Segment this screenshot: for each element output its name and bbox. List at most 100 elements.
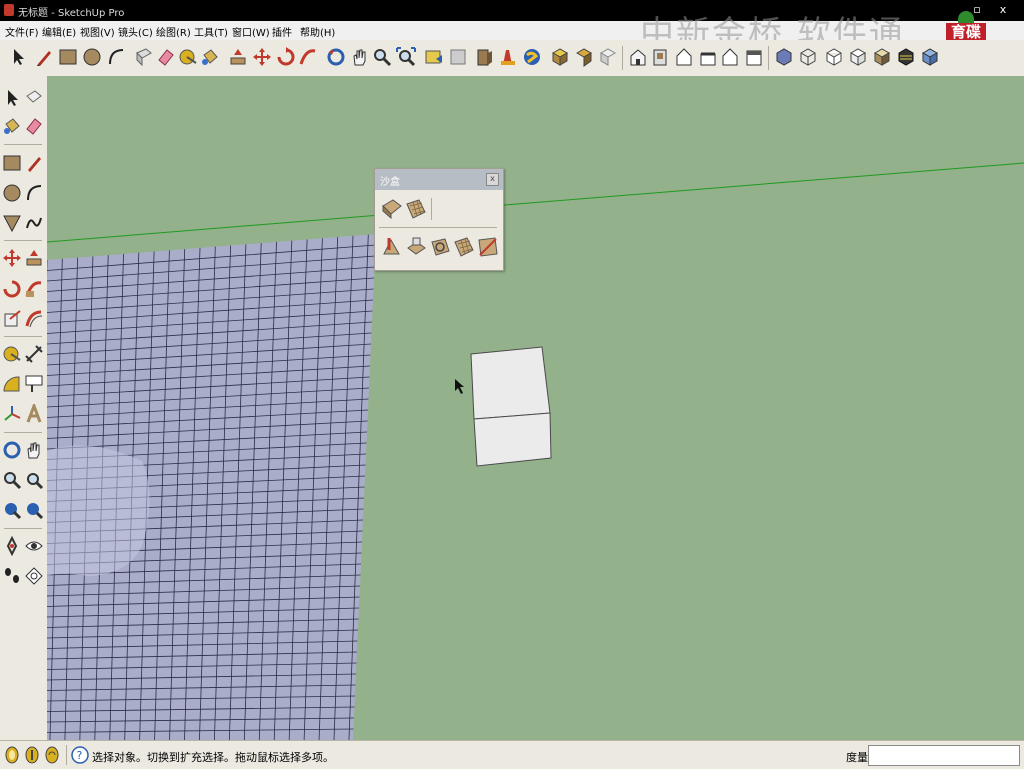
previous-view-icon[interactable]: [424, 47, 444, 67]
zoom-icon[interactable]: [372, 47, 392, 67]
follow-me-icon[interactable]: [298, 47, 318, 67]
stamp-icon[interactable]: [405, 236, 427, 258]
pencil-line-icon[interactable]: [24, 153, 44, 173]
paint-bucket-icon[interactable]: [2, 116, 22, 136]
menu-edit[interactable]: 编辑(E): [42, 24, 76, 39]
eraser-icon[interactable]: [24, 116, 44, 136]
right-view-icon[interactable]: [698, 47, 718, 67]
zoom-extents-icon[interactable]: [396, 47, 416, 67]
flip-edge-icon[interactable]: [477, 236, 499, 258]
select-arrow-icon[interactable]: [8, 47, 28, 67]
paint-bucket-icon[interactable]: [200, 47, 220, 67]
hidden-line-icon[interactable]: [824, 47, 844, 67]
zoom-window-icon[interactable]: [24, 470, 44, 490]
sandbox-toolbar-panel[interactable]: 沙盒 x: [374, 168, 504, 271]
pencil-line-icon[interactable]: [34, 47, 54, 67]
arc-icon[interactable]: [106, 47, 126, 67]
from-contours-icon[interactable]: [381, 198, 403, 220]
pan-hand-icon[interactable]: [24, 440, 44, 460]
menu-file[interactable]: 文件(F): [5, 24, 39, 39]
sandbox-close-button[interactable]: x: [486, 173, 499, 186]
walk-footprints-icon[interactable]: [2, 566, 22, 586]
back-view-icon[interactable]: [720, 47, 740, 67]
menu-tools[interactable]: 工具(T): [194, 24, 228, 39]
text-label-icon[interactable]: [24, 374, 44, 394]
rectangle-icon[interactable]: [58, 47, 78, 67]
menu-view[interactable]: 视图(V): [80, 24, 115, 39]
shaded-textures-icon[interactable]: [872, 47, 892, 67]
offset-icon[interactable]: [24, 309, 44, 329]
push-pull-icon[interactable]: [228, 47, 248, 67]
front-view-icon[interactable]: [674, 47, 694, 67]
model-viewport[interactable]: [47, 76, 1024, 740]
from-scratch-icon[interactable]: [405, 198, 427, 220]
move-icon[interactable]: [2, 248, 22, 268]
tape-measure-icon[interactable]: [2, 344, 22, 364]
google-earth-icon[interactable]: [522, 47, 542, 67]
orbit-icon[interactable]: [326, 47, 346, 67]
previous-view-icon[interactable]: [2, 500, 22, 520]
monochrome-icon[interactable]: [896, 47, 916, 67]
pan-hand-icon[interactable]: [350, 47, 370, 67]
dimension-icon[interactable]: [24, 344, 44, 364]
toolbar-separator: [431, 198, 432, 220]
make-component-icon[interactable]: [134, 47, 154, 67]
xray-icon[interactable]: [774, 47, 794, 67]
menu-window[interactable]: 窗口(W): [232, 24, 270, 39]
tape-measure-icon[interactable]: [178, 47, 198, 67]
materials-icon[interactable]: [574, 47, 594, 67]
circle-icon[interactable]: [82, 47, 102, 67]
position-camera-icon[interactable]: [2, 536, 22, 556]
freehand-icon[interactable]: [24, 213, 44, 233]
components-icon[interactable]: [550, 47, 570, 67]
section-plane-icon[interactable]: [24, 566, 44, 586]
protractor-icon[interactable]: [2, 374, 22, 394]
close-window-button[interactable]: x: [994, 2, 1012, 18]
wireframe-icon[interactable]: [798, 47, 818, 67]
top-view-icon[interactable]: [650, 47, 670, 67]
polygon-icon[interactable]: [2, 213, 22, 233]
measurements-input[interactable]: [868, 745, 1020, 766]
3d-text-icon[interactable]: [24, 404, 44, 424]
follow-me-icon[interactable]: [24, 279, 44, 299]
push-pull-icon[interactable]: [24, 248, 44, 268]
geo-location-icon[interactable]: [4, 746, 20, 764]
menu-draw[interactable]: 绘图(R): [156, 24, 191, 39]
zoom-extents-icon[interactable]: [24, 500, 44, 520]
left-toolbar: [0, 76, 48, 740]
move-icon[interactable]: [252, 47, 272, 67]
orbit-icon[interactable]: [2, 440, 22, 460]
sandbox-panel-header[interactable]: 沙盒 x: [375, 169, 503, 190]
rotate-icon[interactable]: [2, 279, 22, 299]
box-solid[interactable]: [470, 346, 552, 467]
shaded-icon[interactable]: [848, 47, 868, 67]
scale-icon[interactable]: [2, 309, 22, 329]
smoove-icon[interactable]: [381, 236, 403, 258]
menu-help[interactable]: 帮助(H): [300, 24, 335, 39]
next-view-icon[interactable]: [448, 47, 468, 67]
select-arrow-icon[interactable]: [2, 88, 22, 108]
sign-in-icon[interactable]: [44, 746, 60, 764]
styles-icon[interactable]: [598, 47, 618, 67]
rectangle-icon[interactable]: [2, 153, 22, 173]
zoom-icon[interactable]: [2, 470, 22, 490]
menu-camera[interactable]: 镜头(C): [118, 24, 153, 39]
make-component-icon[interactable]: [24, 88, 44, 108]
circle-icon[interactable]: [2, 183, 22, 203]
menu-plugins[interactable]: 插件: [272, 24, 292, 39]
arc-icon[interactable]: [24, 183, 44, 203]
xray-blue-icon[interactable]: [920, 47, 940, 67]
axes-icon[interactable]: [2, 404, 22, 424]
left-view-icon[interactable]: [744, 47, 764, 67]
add-detail-icon[interactable]: [453, 236, 475, 258]
model-scene[interactable]: [47, 76, 1024, 740]
look-around-eye-icon[interactable]: [24, 536, 44, 556]
eraser-icon[interactable]: [156, 47, 176, 67]
help-icon[interactable]: ?: [71, 746, 89, 764]
drape-icon[interactable]: [429, 236, 451, 258]
get-models-icon[interactable]: [474, 47, 494, 67]
credits-icon[interactable]: [24, 746, 40, 764]
share-model-icon[interactable]: [498, 47, 518, 67]
rotate-icon[interactable]: [276, 47, 296, 67]
iso-view-icon[interactable]: [628, 47, 648, 67]
